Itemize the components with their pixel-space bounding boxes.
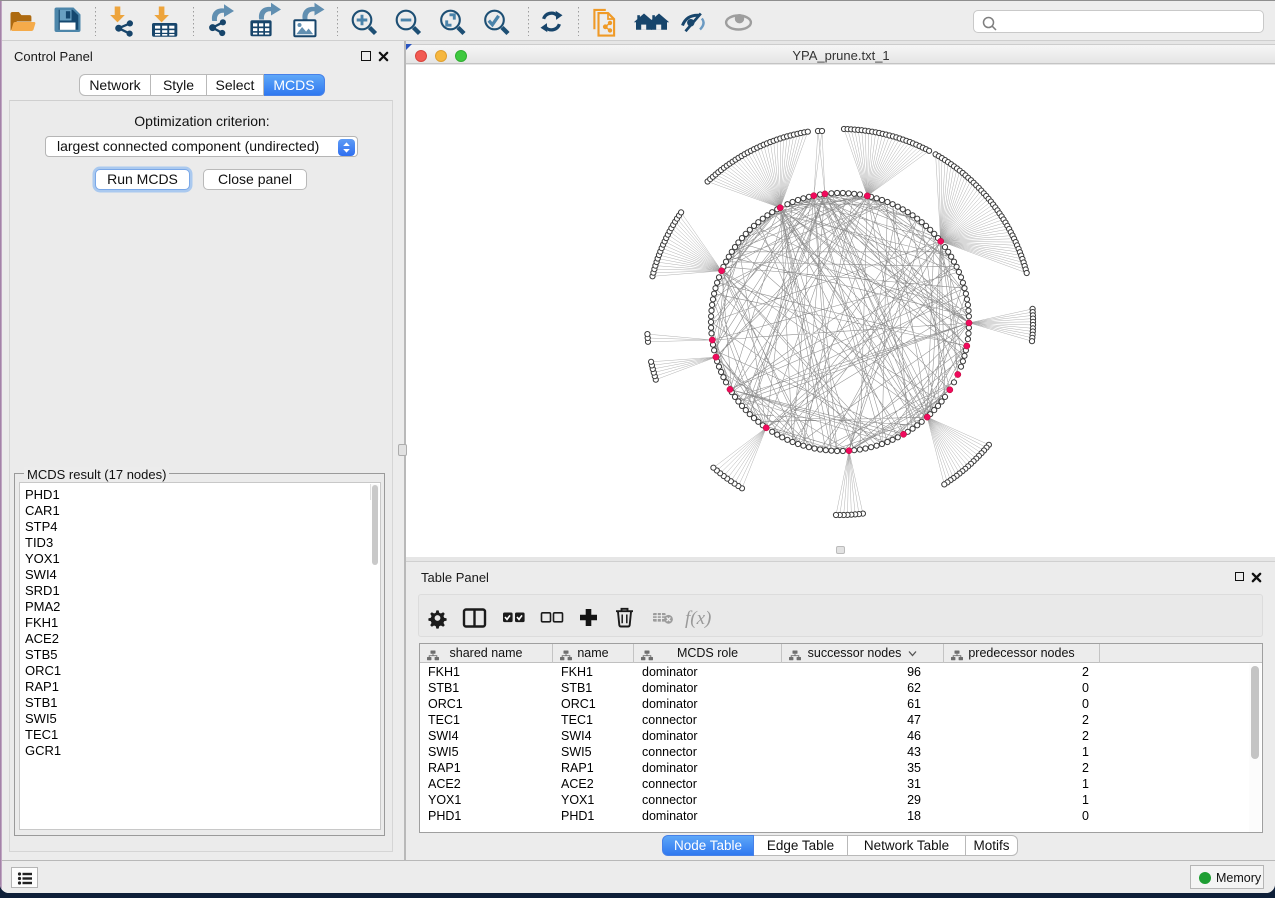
svg-text:f(x): f(x) [685,608,711,629]
